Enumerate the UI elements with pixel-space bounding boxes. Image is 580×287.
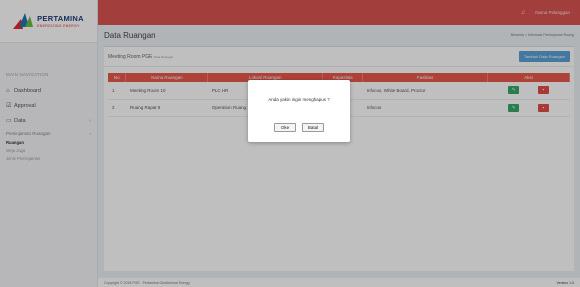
ok-button[interactable]: Oke <box>274 123 296 132</box>
dialog-message: Anda yakin ingin menghapus ? <box>268 97 330 102</box>
cancel-button[interactable]: Batal <box>302 123 324 132</box>
confirm-delete-dialog: Anda yakin ingin menghapus ? Oke Batal <box>248 80 350 142</box>
modal-backdrop[interactable] <box>0 0 580 287</box>
